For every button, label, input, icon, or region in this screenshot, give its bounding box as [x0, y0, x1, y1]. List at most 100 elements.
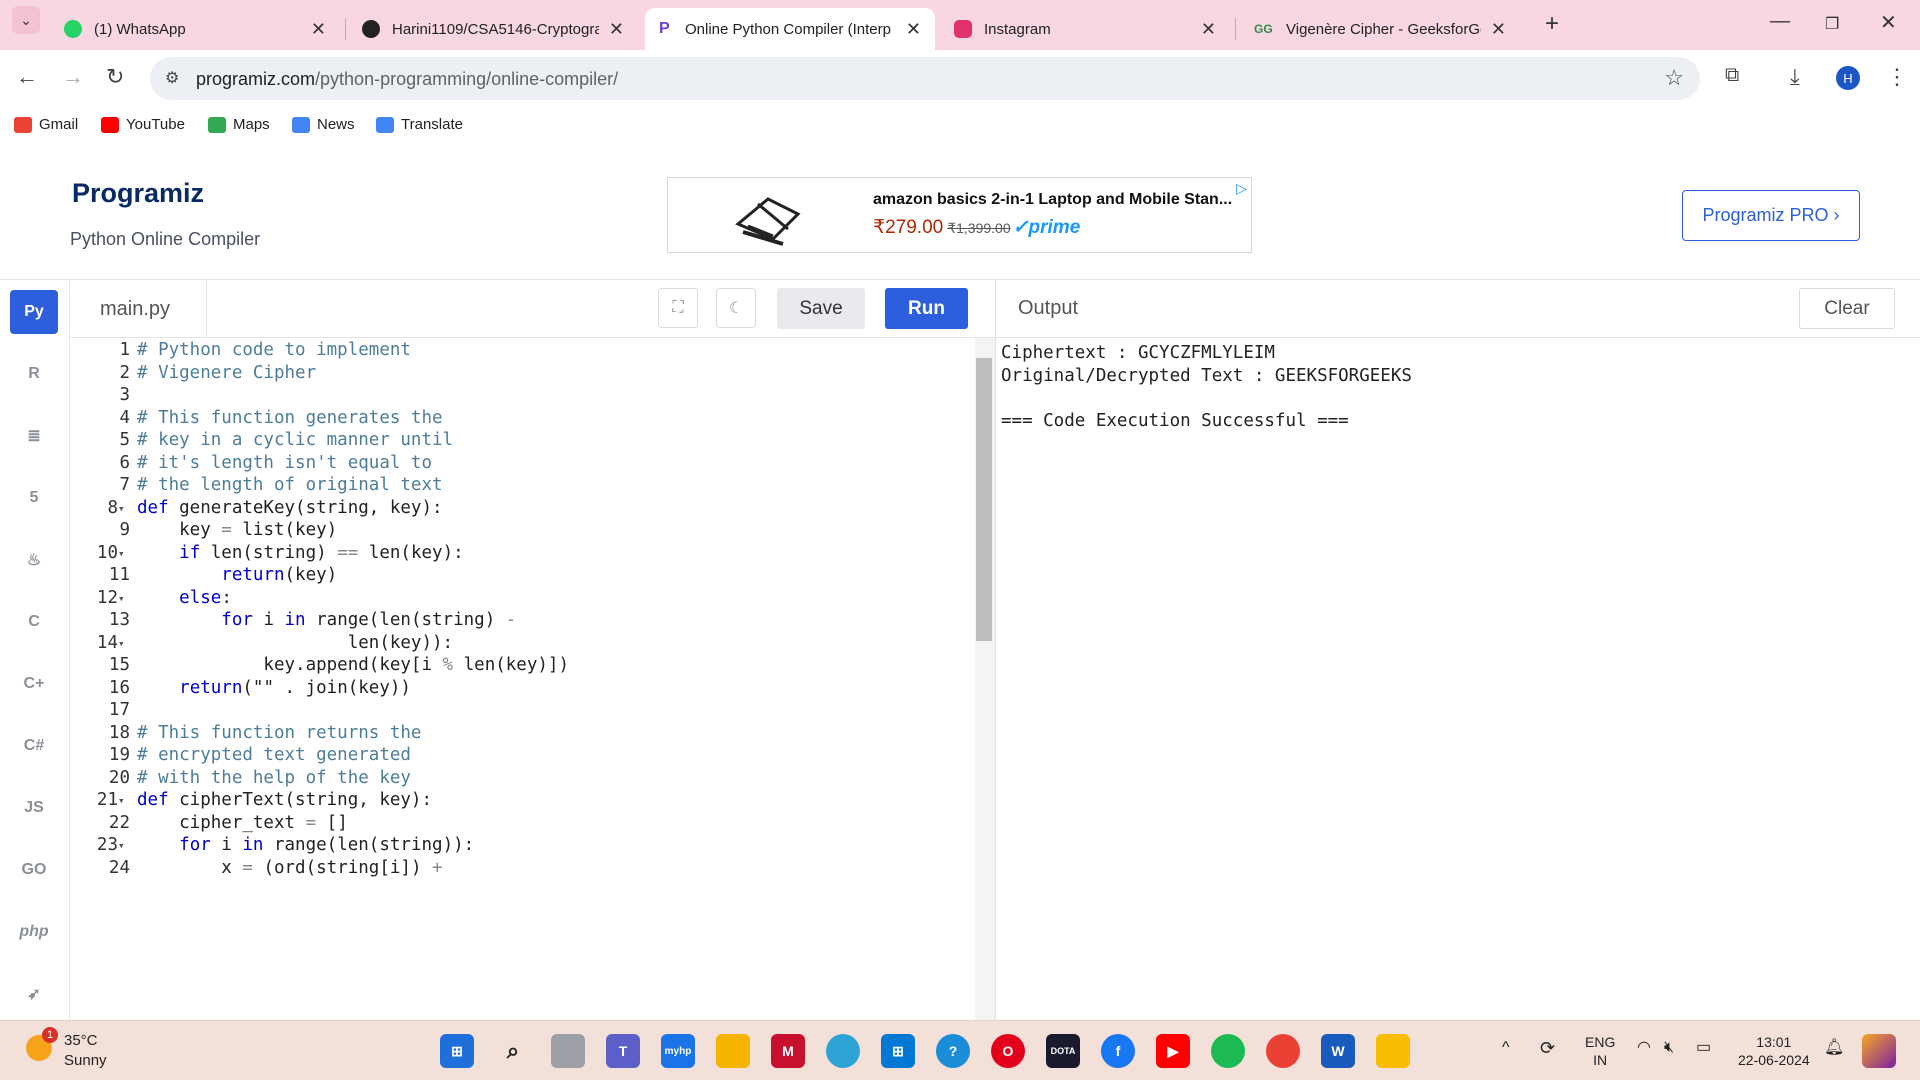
myhp-icon[interactable]: myhp	[661, 1034, 695, 1068]
c-language-icon[interactable]: C	[10, 600, 58, 644]
cpp-language-icon[interactable]: C+	[10, 662, 58, 706]
code-line[interactable]: len(key)):	[137, 633, 453, 653]
swift-language-icon[interactable]: ➶	[10, 972, 58, 1016]
mcafee-icon[interactable]: M	[771, 1034, 805, 1068]
sql-database-icon[interactable]: ≣	[10, 414, 58, 458]
notification-bell-icon[interactable]: 🔔︎	[1824, 1039, 1844, 1057]
youtube-taskbar-icon[interactable]: ▶	[1156, 1034, 1190, 1068]
fold-toggle-icon[interactable]: ▾	[118, 547, 130, 560]
restore-button[interactable]: ❐	[1825, 14, 1839, 34]
code-line[interactable]: return(key)	[137, 565, 337, 585]
close-tab-icon[interactable]: ✕	[1201, 19, 1216, 40]
tab-whatsapp[interactable]: (1) WhatsApp ✕	[50, 8, 340, 50]
new-tab-button[interactable]: +	[1545, 10, 1559, 38]
notepad-icon[interactable]	[1376, 1034, 1410, 1068]
facebook-icon[interactable]: f	[1101, 1034, 1135, 1068]
html5-icon[interactable]: 5	[10, 476, 58, 520]
windows-start-icon[interactable]: ⊞	[440, 1034, 474, 1068]
spotify-icon[interactable]	[1211, 1034, 1245, 1068]
sync-icon[interactable]: ⟳	[1540, 1039, 1555, 1057]
file-tab-main-py[interactable]: main.py	[70, 280, 207, 338]
code-line[interactable]: # with the help of the key	[137, 768, 411, 788]
fold-toggle-icon[interactable]: ▾	[118, 502, 130, 515]
minimize-button[interactable]: —	[1770, 10, 1790, 33]
reload-icon[interactable]: ↻	[106, 64, 124, 90]
copilot-icon[interactable]	[1862, 1034, 1896, 1068]
fold-toggle-icon[interactable]: ▾	[118, 794, 130, 807]
menu-icon[interactable]: ⋮	[1886, 64, 1908, 90]
back-icon[interactable]: ←	[16, 64, 38, 90]
search-icon[interactable]: ⌕	[496, 1034, 530, 1068]
close-tab-icon[interactable]: ✕	[1491, 19, 1506, 40]
tab-programiz[interactable]: P Online Python Compiler (Interp ✕	[645, 8, 935, 50]
profile-avatar[interactable]: H	[1836, 66, 1860, 90]
ad-banner[interactable]: amazon basics 2-in-1 Laptop and Mobile S…	[667, 177, 1252, 253]
tab-github[interactable]: Harini1109/CSA5146-Cryptogra ✕	[348, 8, 638, 50]
code-line[interactable]: # This function returns the	[137, 723, 421, 743]
code-line[interactable]: def cipherText(string, key):	[137, 790, 432, 810]
chrome-icon[interactable]	[1266, 1034, 1300, 1068]
url-text[interactable]: programiz.com/python-programming/online-…	[196, 69, 618, 90]
clock[interactable]: 13:01 22-06-2024	[1738, 1033, 1810, 1069]
code-line[interactable]: for i in range(len(string)):	[137, 835, 474, 855]
close-tab-icon[interactable]: ✕	[311, 19, 326, 40]
bookmark-maps[interactable]: Maps	[208, 116, 270, 133]
fold-toggle-icon[interactable]: ▾	[118, 637, 130, 650]
task-view-icon[interactable]	[551, 1034, 585, 1068]
javascript-icon[interactable]: JS	[10, 786, 58, 830]
php-language-icon[interactable]: php	[10, 910, 58, 954]
bookmark-gmail[interactable]: Gmail	[14, 116, 78, 133]
url-bar[interactable]: ⚙ programiz.com/python-programming/onlin…	[150, 57, 1700, 100]
bookmark-news[interactable]: News	[292, 116, 355, 133]
java-icon[interactable]: ♨	[10, 538, 58, 582]
code-line[interactable]: for i in range(len(string) -	[137, 610, 516, 630]
volume-muted-icon[interactable]: 🔇︎	[1664, 1039, 1674, 1057]
programiz-logo[interactable]: Programiz	[72, 178, 204, 209]
code-editor[interactable]: 1 # Python code to implement 2 # Vigenere C…	[70, 338, 975, 1020]
download-icon[interactable]: ⤓	[1790, 64, 1800, 90]
edge-icon[interactable]	[826, 1034, 860, 1068]
fold-toggle-icon[interactable]: ▾	[118, 592, 130, 605]
code-line[interactable]: # the length of original text	[137, 475, 443, 495]
forward-icon[interactable]: →	[62, 64, 84, 90]
tab-instagram[interactable]: Instagram ✕	[940, 8, 1230, 50]
opera-icon[interactable]: O	[991, 1034, 1025, 1068]
run-button[interactable]: Run	[885, 288, 968, 329]
code-line[interactable]: x = (ord(string[i]) +	[137, 858, 442, 878]
tab-search-button[interactable]: ⌄	[12, 6, 40, 34]
fold-toggle-icon[interactable]: ▾	[118, 839, 130, 852]
code-line[interactable]: # This function generates the	[137, 408, 443, 428]
bookmark-youtube[interactable]: YouTube	[101, 116, 185, 133]
save-button[interactable]: Save	[777, 288, 865, 329]
code-line[interactable]: # encrypted text generated	[137, 745, 411, 765]
code-line[interactable]: # key in a cyclic manner until	[137, 430, 453, 450]
python-language-icon[interactable]: Py	[10, 290, 58, 334]
clear-output-button[interactable]: Clear	[1799, 288, 1895, 329]
tab-geeksforgeeks[interactable]: GG Vigenère Cipher - GeeksforGee ✕	[1240, 8, 1520, 50]
close-tab-icon[interactable]: ✕	[609, 19, 624, 40]
code-line[interactable]: # Vigenere Cipher	[137, 363, 316, 383]
app-icon[interactable]: DOTA	[1046, 1034, 1080, 1068]
wifi-icon[interactable]: ◠	[1637, 1039, 1651, 1057]
close-tab-icon[interactable]: ✕	[906, 19, 921, 40]
adchoices-icon[interactable]: ▷	[1236, 180, 1247, 197]
code-line[interactable]: else:	[137, 588, 232, 608]
code-line[interactable]: # it's length isn't equal to	[137, 453, 432, 473]
dark-mode-moon-icon[interactable]: ☾	[716, 288, 756, 328]
code-line[interactable]: return("" . join(key))	[137, 678, 411, 698]
microsoft-store-icon[interactable]: ⊞	[881, 1034, 915, 1068]
code-line[interactable]: if len(string) == len(key):	[137, 543, 463, 563]
bookmark-star-icon[interactable]: ☆	[1664, 65, 1684, 91]
code-line[interactable]: key.append(key[i % len(key)])	[137, 655, 569, 675]
language-indicator[interactable]: ENG IN	[1585, 1033, 1615, 1069]
site-info-icon[interactable]: ⚙	[165, 68, 179, 88]
code-line[interactable]: cipher_text = []	[137, 813, 348, 833]
csharp-language-icon[interactable]: C#	[10, 724, 58, 768]
code-line[interactable]: def generateKey(string, key):	[137, 498, 443, 518]
get-help-icon[interactable]: ?	[936, 1034, 970, 1068]
programiz-pro-button[interactable]: Programiz PRO ›	[1682, 190, 1860, 241]
r-language-icon[interactable]: R	[10, 352, 58, 396]
weather-widget[interactable]: 35°C Sunny	[64, 1031, 107, 1071]
go-language-icon[interactable]: GO	[10, 848, 58, 892]
close-window-button[interactable]: ✕	[1880, 10, 1897, 35]
